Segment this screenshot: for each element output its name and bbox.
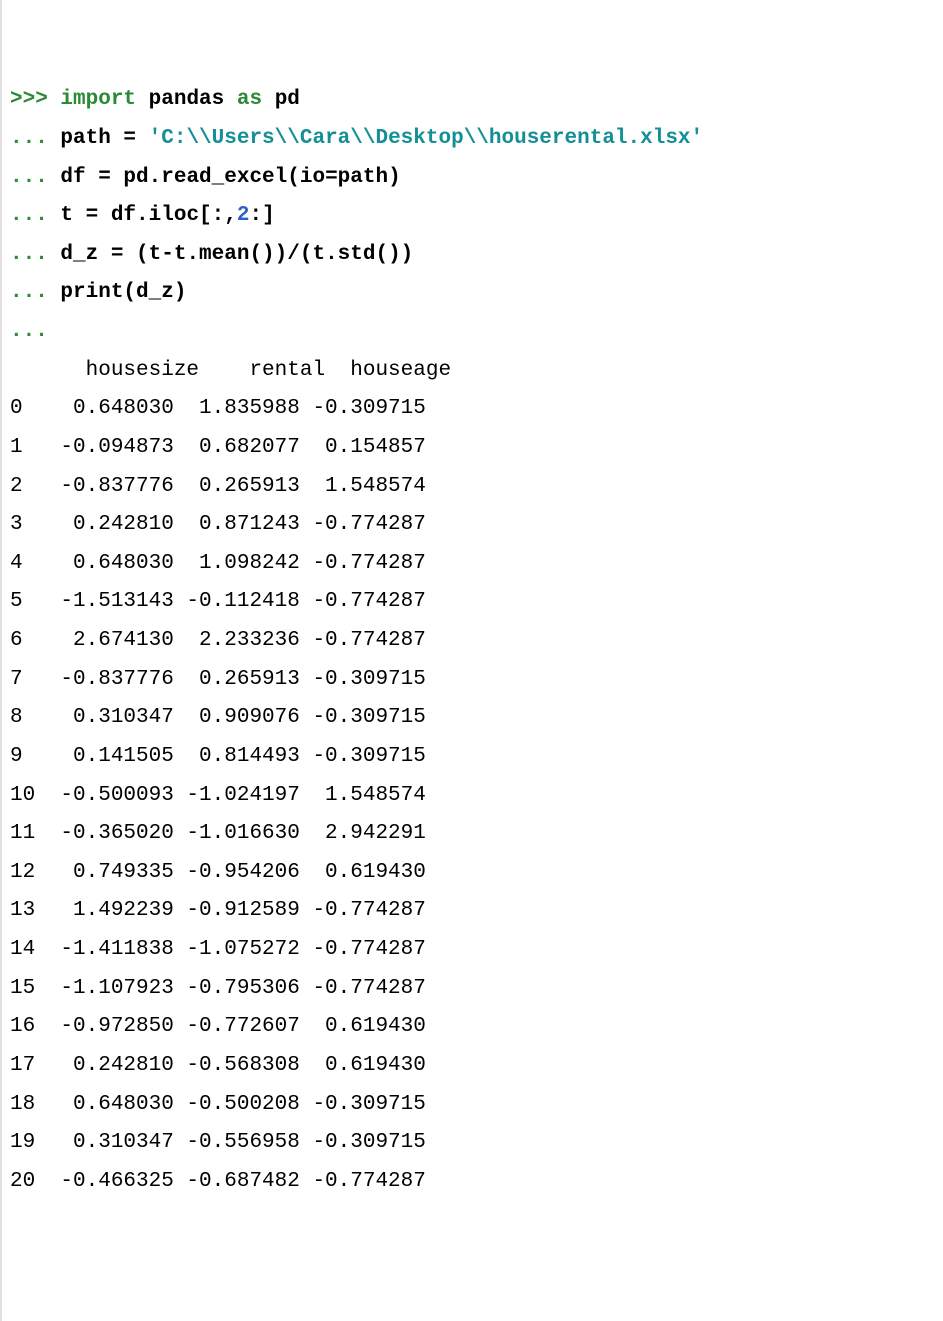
continuation-symbol: ... — [10, 166, 48, 189]
code-line: :] — [249, 204, 274, 227]
table-row: 12 0.749335 -0.954206 0.619430 — [10, 861, 426, 884]
continuation-symbol: ... — [10, 204, 48, 227]
keyword-as: as — [237, 88, 262, 111]
continuation-symbol: ... — [10, 243, 48, 266]
repl-output: >>> import pandas as pd ... path = 'C:\\… — [10, 81, 935, 1201]
table-row: 14 -1.411838 -1.075272 -0.774287 — [10, 938, 426, 961]
table-row: 9 0.141505 0.814493 -0.309715 — [10, 745, 426, 768]
table-row: 1 -0.094873 0.682077 0.154857 — [10, 436, 426, 459]
table-row: 10 -0.500093 -1.024197 1.548574 — [10, 784, 426, 807]
table-row: 17 0.242810 -0.568308 0.619430 — [10, 1054, 426, 1077]
table-row: 7 -0.837776 0.265913 -0.309715 — [10, 668, 426, 691]
continuation-symbol: ... — [10, 320, 48, 343]
keyword-import: import — [60, 88, 136, 111]
continuation-symbol: ... — [10, 127, 48, 150]
module-name: pandas — [136, 88, 237, 111]
string-literal: 'C:\\Users\\Cara\\Desktop\\houserental.x… — [149, 127, 704, 150]
code-line: print(d_z) — [60, 281, 186, 304]
code-line: t = df.iloc[:, — [60, 204, 236, 227]
code-line: path = — [60, 127, 148, 150]
table-row: 15 -1.107923 -0.795306 -0.774287 — [10, 977, 426, 1000]
table-row: 3 0.242810 0.871243 -0.774287 — [10, 513, 426, 536]
table-row: 4 0.648030 1.098242 -0.774287 — [10, 552, 426, 575]
number-literal: 2 — [237, 204, 250, 227]
continuation-symbol: ... — [10, 281, 48, 304]
code-line: d_z = (t-t.mean())/(t.std()) — [60, 243, 413, 266]
table-row: 6 2.674130 2.233236 -0.774287 — [10, 629, 426, 652]
table-header: housesize rental houseage — [10, 359, 464, 382]
table-row: 19 0.310347 -0.556958 -0.309715 — [10, 1131, 426, 1154]
table-row: 5 -1.513143 -0.112418 -0.774287 — [10, 590, 426, 613]
table-row: 16 -0.972850 -0.772607 0.619430 — [10, 1015, 426, 1038]
alias-name: pd — [262, 88, 300, 111]
table-row: 13 1.492239 -0.912589 -0.774287 — [10, 899, 426, 922]
table-row: 8 0.310347 0.909076 -0.309715 — [10, 706, 426, 729]
code-line: df = pd.read_excel(io=path) — [60, 166, 400, 189]
table-row: 20 -0.466325 -0.687482 -0.774287 — [10, 1170, 426, 1193]
prompt-symbol: >>> — [10, 88, 48, 111]
table-row: 2 -0.837776 0.265913 1.548574 — [10, 475, 426, 498]
table-row: 18 0.648030 -0.500208 -0.309715 — [10, 1093, 426, 1116]
table-row: 0 0.648030 1.835988 -0.309715 — [10, 397, 426, 420]
table-row: 11 -0.365020 -1.016630 2.942291 — [10, 822, 426, 845]
